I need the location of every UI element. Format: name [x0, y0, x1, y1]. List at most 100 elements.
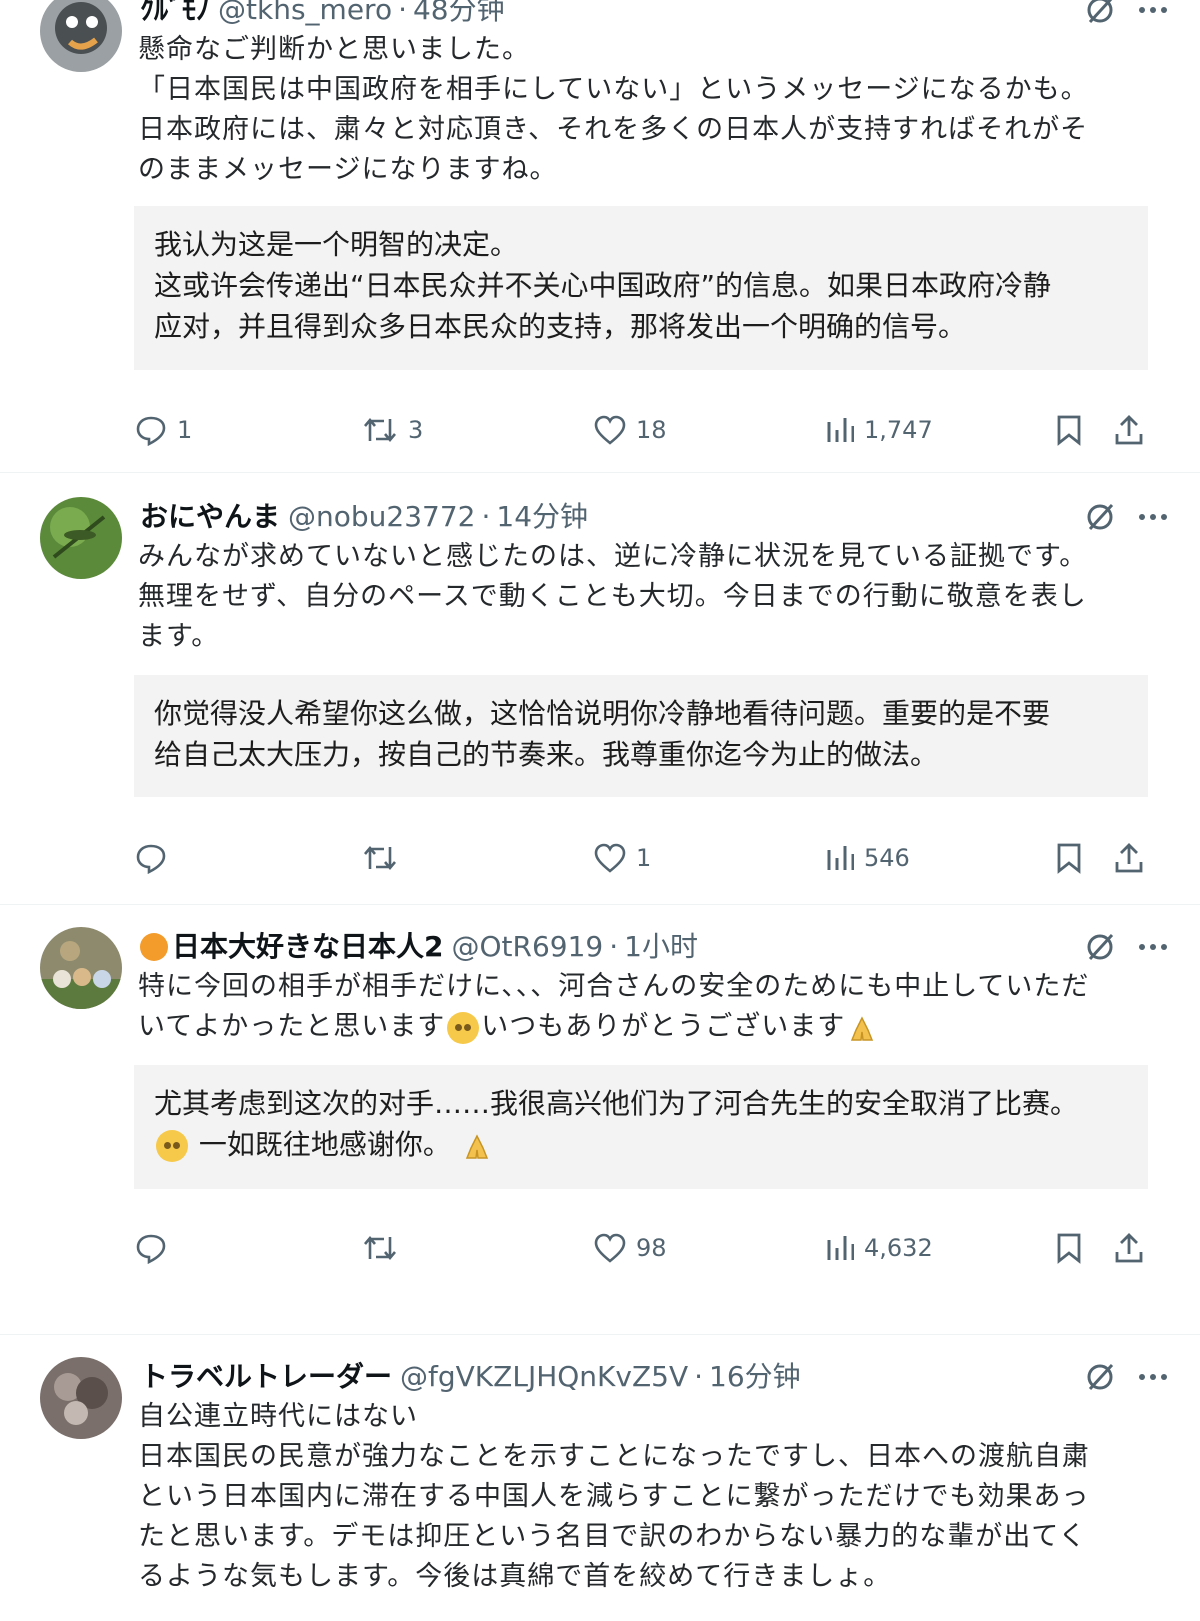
repost-icon — [362, 1233, 398, 1263]
view-count: 546 — [864, 844, 910, 872]
like-count: 1 — [636, 844, 652, 872]
action-bar: 1 546 — [0, 838, 1200, 878]
separator-dot: · — [481, 500, 491, 533]
avatar[interactable] — [40, 927, 122, 1009]
like-button[interactable]: 1 — [594, 838, 651, 878]
text-line: 「日本国民は中国政府を相手にしていない」というメッセージになるかも。 — [138, 74, 1089, 105]
translation-box: 我认为这是一个明智的决定。 这或许会传递出“日本民众并不关心中国政府”的信息。如… — [134, 206, 1148, 370]
post[interactable]: 日本大好きな日本人2 @OtR6919 · 1小时 特に今回の相手が相手だけに、… — [0, 925, 1200, 1335]
repost-button[interactable] — [362, 838, 398, 878]
user-handle[interactable]: @OtR6919 — [451, 927, 603, 967]
bookmark-icon — [1056, 842, 1082, 874]
action-bar: 98 4,632 — [0, 1228, 1200, 1268]
user-handle[interactable]: @nobu23772 — [288, 497, 475, 537]
view-count: 4,632 — [864, 1234, 933, 1262]
orange-emoji-icon — [140, 933, 168, 961]
text-line: みんなが求めていないと感じたのは、逆に冷静に状況を見ている証拠です。 — [138, 541, 1088, 572]
user-handle[interactable]: @tkhs_mero — [218, 0, 392, 30]
text-line: 無理をせず、自分のペースで動くことも大切。今日までの行動に敬意を表し — [138, 581, 1087, 612]
display-name[interactable]: おにやんま — [140, 497, 280, 537]
text-line: という日本国内に滞在する中国人を減らすことに繋がっただけでも効果あっ — [138, 1481, 1090, 1512]
text-line: 日本国民の民意が強力なことを示すことになったですし、日本への渡航自粛 — [138, 1441, 1090, 1472]
display-name[interactable]: ｸﾙﾞﾓﾉ — [140, 0, 210, 30]
like-count: 18 — [636, 416, 667, 444]
avatar[interactable] — [40, 497, 122, 579]
display-name[interactable]: 日本大好きな日本人2 — [172, 927, 443, 967]
separator-dot: · — [398, 0, 407, 26]
reply-button[interactable]: 1 — [135, 410, 192, 450]
views-icon — [826, 1234, 854, 1262]
reply-count: 1 — [177, 416, 193, 444]
translation-box: 尤其考虑到这次的对手……我很高兴他们为了河合先生的安全取消了比赛。 一如既往地感… — [134, 1065, 1148, 1189]
bookmark-icon — [1056, 414, 1082, 446]
pleading-face-emoji-icon — [156, 1130, 188, 1162]
bookmark-button[interactable] — [1056, 1228, 1082, 1268]
views-button[interactable]: 546 — [826, 838, 910, 878]
bookmark-button[interactable] — [1056, 838, 1082, 878]
more-icon[interactable] — [1138, 513, 1168, 521]
share-button[interactable] — [1114, 410, 1144, 450]
repost-button[interactable] — [362, 1228, 398, 1268]
reply-button[interactable] — [135, 1228, 167, 1268]
timestamp[interactable]: 14分钟 — [496, 497, 588, 537]
share-button[interactable] — [1114, 1228, 1144, 1268]
reply-icon — [135, 414, 167, 446]
more-icon[interactable] — [1138, 1373, 1168, 1381]
translation-line: 我认为这是一个明智的决定。 — [154, 228, 519, 261]
timestamp[interactable]: 16分钟 — [709, 1357, 801, 1397]
reply-icon — [135, 1232, 167, 1264]
like-button[interactable]: 98 — [594, 1228, 667, 1268]
share-icon — [1114, 414, 1144, 446]
share-button[interactable] — [1114, 838, 1144, 878]
repost-icon — [362, 415, 398, 445]
views-button[interactable]: 1,747 — [826, 410, 933, 450]
views-icon — [826, 844, 854, 872]
more-icon[interactable] — [1138, 943, 1168, 951]
views-button[interactable]: 4,632 — [826, 1228, 933, 1268]
like-button[interactable]: 18 — [594, 410, 667, 450]
translation-line: 这或许会传递出“日本民众并不关心中国政府”的信息。如果日本政府冷静 — [154, 269, 1052, 302]
text-segment: 一如既往地感谢你。 — [198, 1128, 451, 1161]
like-count: 98 — [636, 1234, 667, 1262]
user-handle[interactable]: @fgVKZLJHQnKvZ5V — [400, 1357, 688, 1397]
view-count: 1,747 — [864, 416, 933, 444]
like-icon — [594, 415, 626, 445]
text-line: 自公連立時代にはない — [138, 1401, 418, 1432]
share-icon — [1114, 842, 1144, 874]
grok-icon[interactable] — [1084, 931, 1116, 963]
separator-dot: · — [694, 1360, 704, 1393]
translation-line: 应对，并且得到众多日本民众的支持，那将发出一个明确的信号。 — [154, 310, 967, 343]
post-text: 懸命なご判断かと思いました。 「日本国民は中国政府を相手にしていない」というメッ… — [138, 30, 1160, 190]
text-segment: いてよかったと思います — [138, 1011, 446, 1042]
grok-icon[interactable] — [1084, 501, 1116, 533]
folded-hands-emoji-icon — [465, 1134, 488, 1159]
post[interactable]: トラベルトレーダー @fgVKZLJHQnKvZ5V · 16分钟 自公連立時代… — [0, 1355, 1200, 1621]
display-name[interactable]: トラベルトレーダー — [140, 1357, 392, 1397]
separator-dot: · — [609, 930, 619, 963]
translation-line: 一如既往地感谢你。 — [154, 1124, 1128, 1165]
post[interactable]: ｸﾙﾞﾓﾉ @tkhs_mero · 48分钟 懸命なご判断かと思いました。 「… — [0, 0, 1200, 473]
repost-count: 3 — [408, 416, 424, 444]
folded-hands-emoji-icon — [851, 1015, 874, 1041]
timestamp[interactable]: 1小时 — [624, 927, 698, 967]
grok-icon[interactable] — [1084, 1361, 1116, 1393]
bookmark-button[interactable] — [1056, 410, 1082, 450]
bookmark-icon — [1056, 1232, 1082, 1264]
text-segment: いつもありがとうございます — [481, 1011, 846, 1042]
more-icon[interactable] — [1138, 6, 1168, 14]
text-line: 懸命なご判断かと思いました。 — [138, 34, 530, 65]
text-line: 特に今回の相手が相手だけに、、、河合さんの安全のためにも中止していただ — [138, 971, 1090, 1002]
like-icon — [594, 1233, 626, 1263]
timestamp[interactable]: 48分钟 — [413, 0, 505, 30]
reply-feed: ｸﾙﾞﾓﾉ @tkhs_mero · 48分钟 懸命なご判断かと思いました。 「… — [0, 0, 1200, 1621]
grok-icon[interactable] — [1084, 0, 1116, 26]
translation-line: 尤其考虑到这次的对手……我很高兴他们为了河合先生的安全取消了比赛。 — [154, 1087, 1079, 1120]
avatar[interactable] — [40, 1357, 122, 1439]
share-icon — [1114, 1232, 1144, 1264]
post[interactable]: おにやんま @nobu23772 · 14分钟 みんなが求めていないと感じたのは… — [0, 495, 1200, 905]
avatar[interactable] — [40, 0, 122, 72]
reply-button[interactable] — [135, 838, 167, 878]
like-icon — [594, 843, 626, 873]
translation-line: 你觉得没人希望你这么做，这恰恰说明你冷静地看待问题。重要的是不要 — [154, 697, 1051, 730]
repost-button[interactable]: 3 — [362, 410, 423, 450]
